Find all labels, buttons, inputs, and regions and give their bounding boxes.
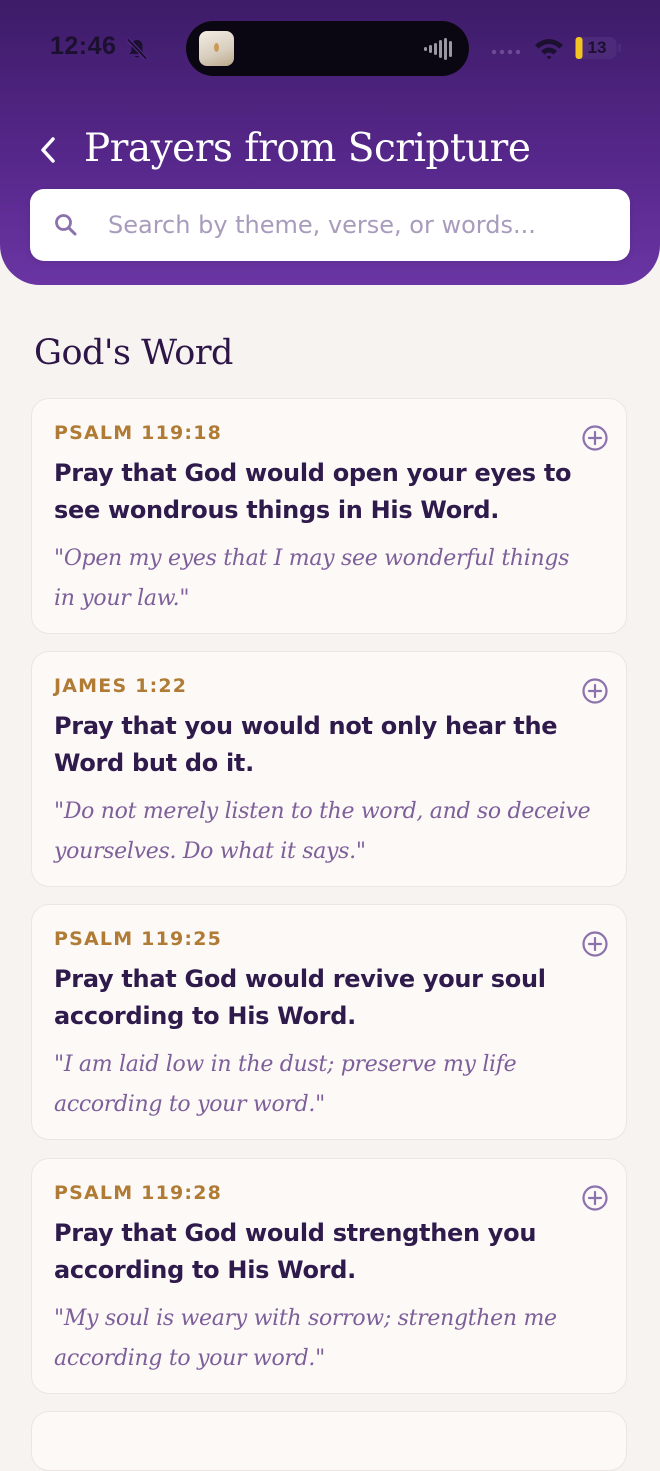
prayer-text: Pray that God would strengthen you accor… <box>54 1219 537 1284</box>
scripture-reference: PSALM 119:25 <box>54 928 223 950</box>
page-title: Prayers from Scripture <box>84 126 531 171</box>
add-prayer-icon[interactable] <box>581 930 609 958</box>
status-bar: 12:46 13 <box>0 0 660 96</box>
verse-quote: "I am laid low in the dust; preserve my … <box>54 1052 517 1117</box>
scripture-reference: PSALM 119:28 <box>54 1182 223 1204</box>
add-prayer-icon[interactable] <box>581 1184 609 1212</box>
prayer-text: Pray that God would revive your soul acc… <box>54 965 546 1030</box>
verse-quote: "My soul is weary with sorrow; strengthe… <box>54 1306 557 1371</box>
prayer-text: Pray that God would open your eyes to se… <box>54 459 572 524</box>
wifi-icon <box>535 39 563 60</box>
verse-quote: "Do not merely listen to the word, and s… <box>54 799 591 864</box>
prayer-card[interactable]: PSALM 119:28 Pray that God would strengt… <box>31 1158 627 1394</box>
cell-signal-icon <box>491 49 521 55</box>
search-icon <box>55 214 77 236</box>
search-input[interactable] <box>108 199 613 251</box>
back-button[interactable] <box>30 128 70 172</box>
prayer-card[interactable]: PSALM 119:25 Pray that God would revive … <box>31 904 627 1140</box>
bell-off-icon <box>126 38 148 60</box>
dynamic-island <box>186 21 469 76</box>
prayer-card[interactable]: PSALM 119:18 Pray that God would open yo… <box>31 398 627 634</box>
verse-quote: "Open my eyes that I may see wonderful t… <box>54 546 570 611</box>
waveform-icon <box>424 38 452 60</box>
prayer-text: Pray that you would not only hear the Wo… <box>54 712 558 777</box>
scripture-reference: JAMES 1:22 <box>54 675 188 697</box>
add-prayer-icon[interactable] <box>581 677 609 705</box>
battery-level: 13 <box>587 38 607 57</box>
prayer-card-partial[interactable] <box>31 1411 627 1471</box>
section-title: God's Word <box>34 333 233 373</box>
prayer-card[interactable]: JAMES 1:22 Pray that you would not only … <box>31 651 627 887</box>
status-time: 12:46 <box>50 32 117 60</box>
now-playing-thumbnail <box>199 31 234 66</box>
scripture-reference: PSALM 119:18 <box>54 422 223 444</box>
add-prayer-icon[interactable] <box>581 424 609 452</box>
